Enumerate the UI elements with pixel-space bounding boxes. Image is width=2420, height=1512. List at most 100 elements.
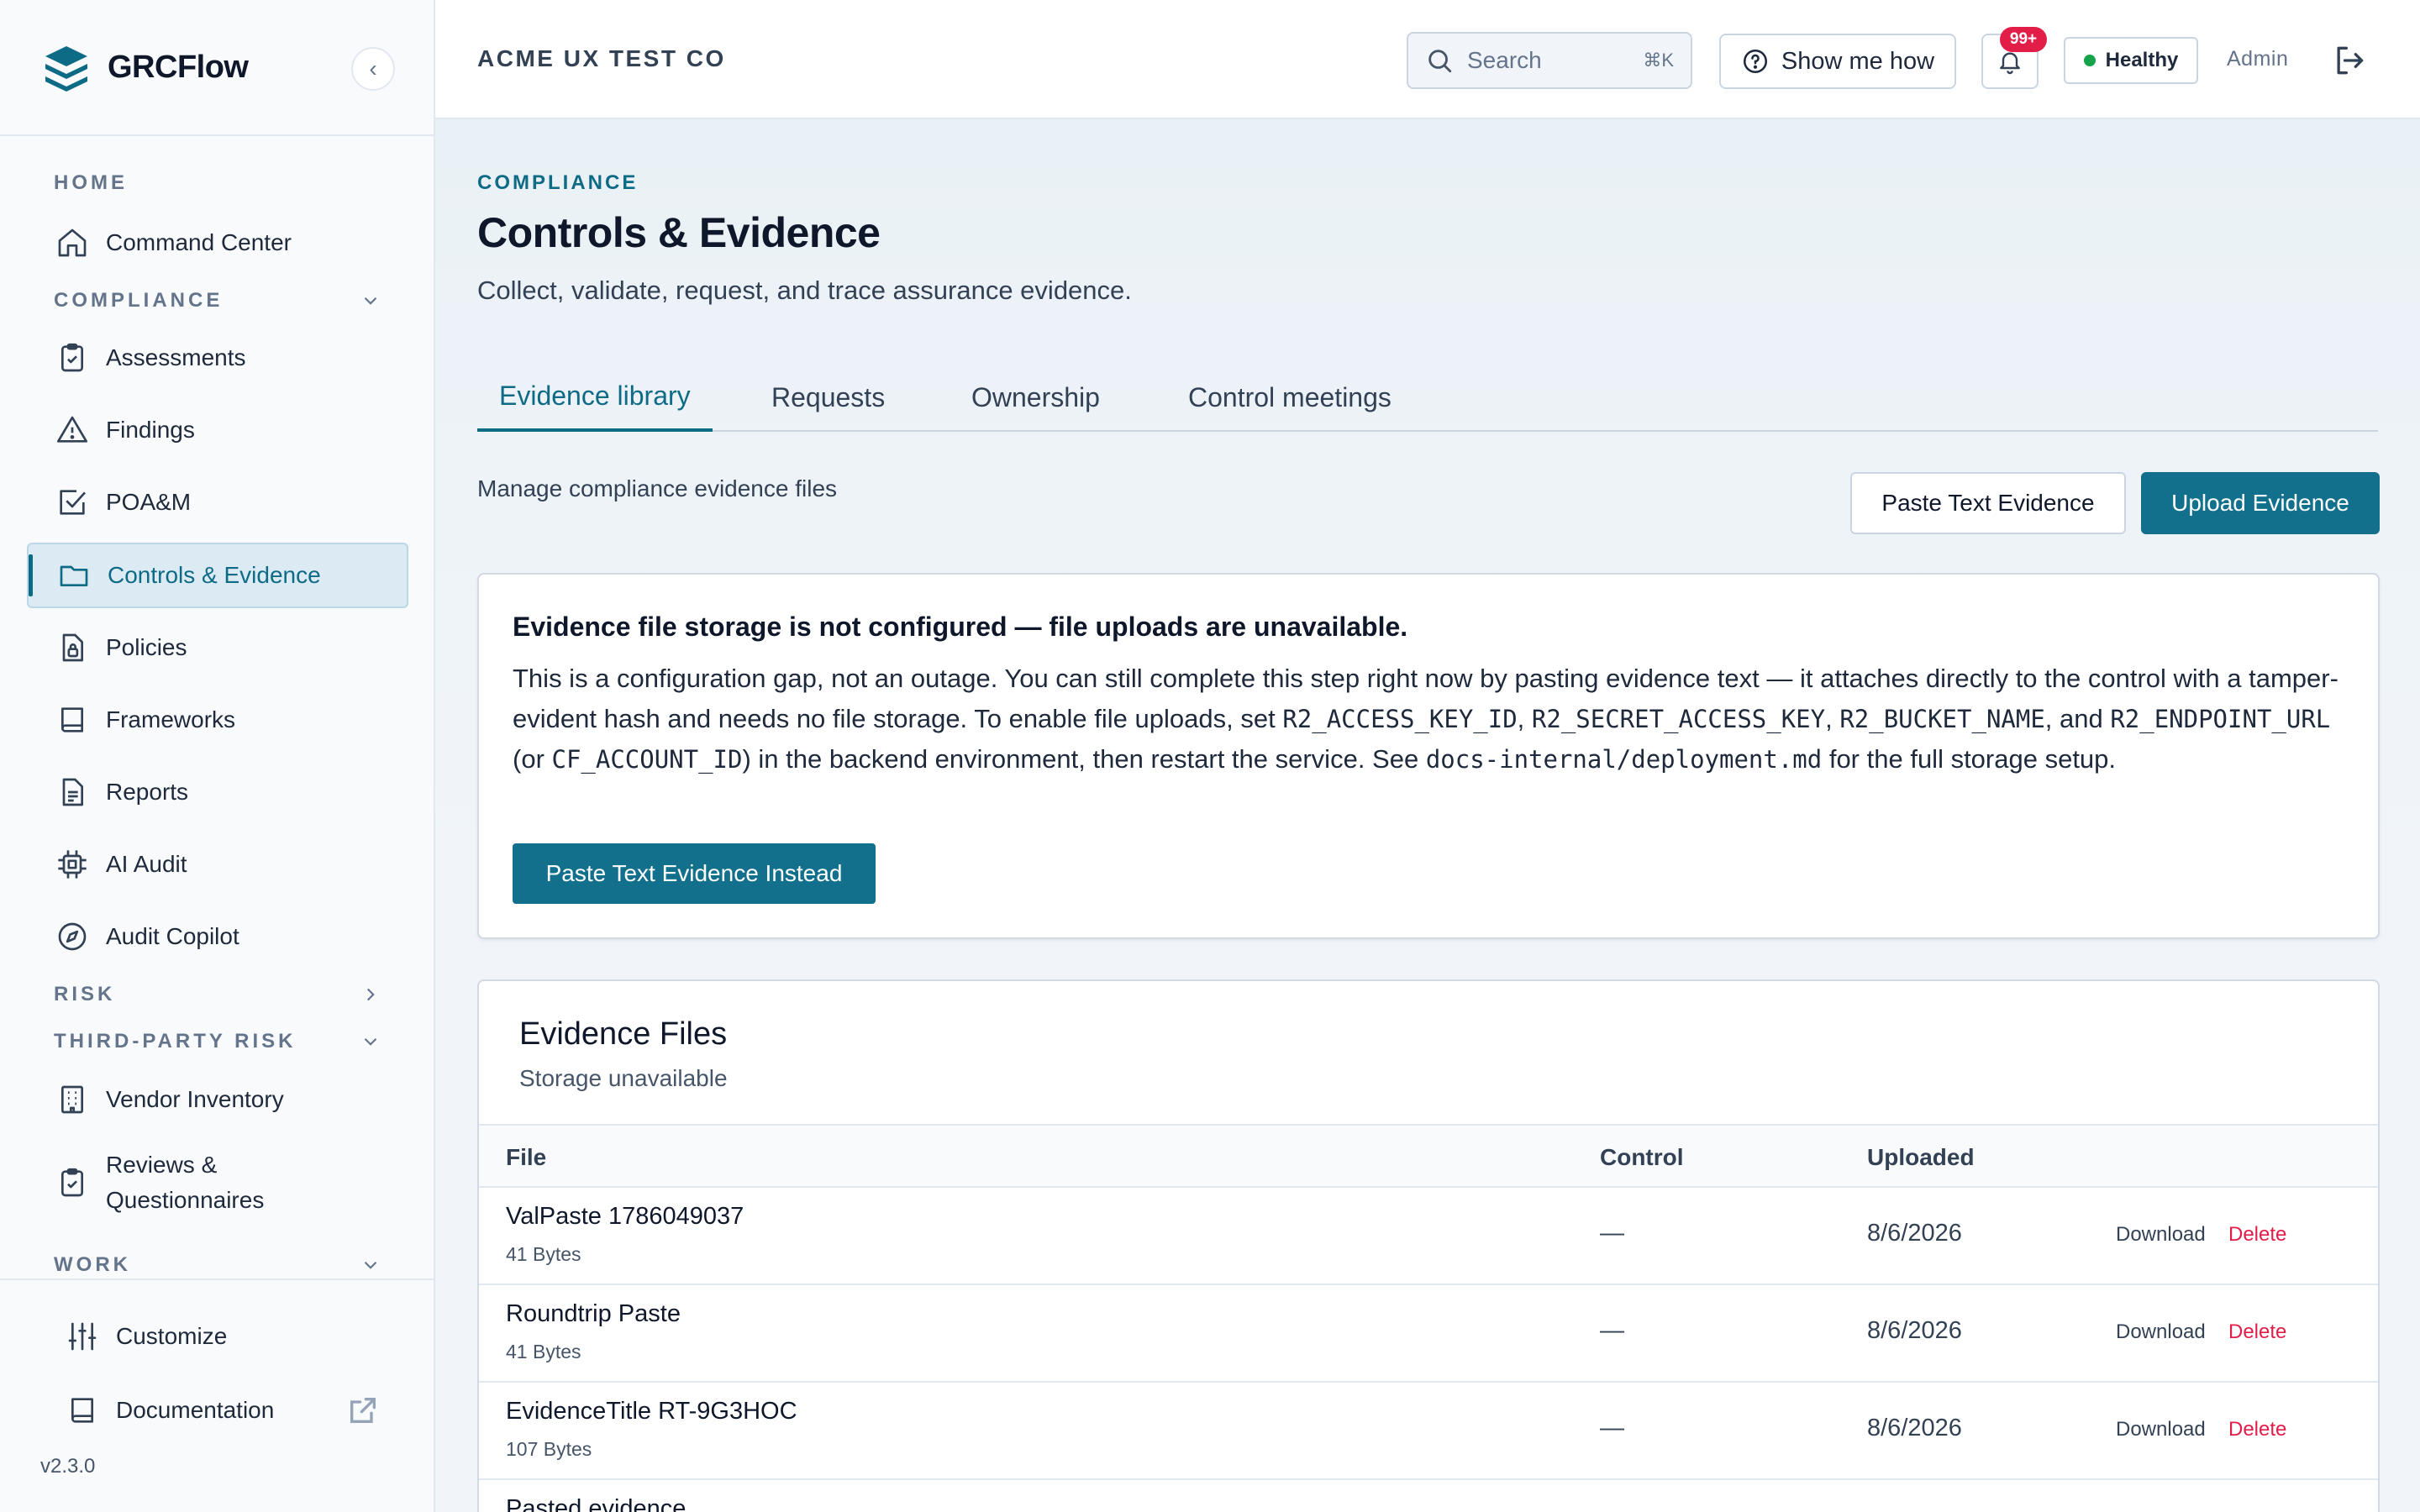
file-name: Roundtrip Paste <box>506 1300 681 1327</box>
book-icon <box>61 707 83 732</box>
sidebar-item-findings[interactable]: Findings <box>27 397 408 463</box>
book-icon <box>71 1398 93 1423</box>
app-window: GRCFlow ‹ HOME Command Center COMPLIANCE… <box>0 0 2420 1512</box>
section-compliance[interactable]: COMPLIANCE <box>54 289 381 312</box>
warning-icon <box>57 416 87 443</box>
table-row: Pasted evidence <box>479 1480 2378 1512</box>
home-icon <box>58 228 87 257</box>
section-work[interactable]: WORK <box>54 1253 381 1277</box>
sidebar-nav: HOME Command Center COMPLIANCE Assessmen… <box>0 136 434 1278</box>
compass-icon <box>58 922 87 951</box>
collapse-sidebar-button[interactable]: ‹ <box>351 47 395 91</box>
sidebar: GRCFlow ‹ HOME Command Center COMPLIANCE… <box>0 0 435 1512</box>
health-status-badge[interactable]: Healthy <box>2064 37 2198 84</box>
tab-ownership[interactable]: Ownership <box>971 363 1100 432</box>
search-placeholder: Search <box>1467 47 1542 73</box>
health-status-label: Healthy <box>2105 49 2179 71</box>
upload-evidence-button[interactable]: Upload Evidence <box>2141 472 2380 534</box>
sidebar-item-policies[interactable]: Policies <box>27 615 408 680</box>
sidebar-item-reports[interactable]: Reports <box>27 759 408 825</box>
file-control: — <box>1600 1220 1624 1247</box>
sidebar-item-ai-audit[interactable]: AI Audit <box>27 832 408 897</box>
file-uploaded-date: 8/6/2026 <box>1867 1415 1962 1441</box>
file-name: Pasted evidence <box>506 1495 687 1512</box>
file-size: 107 Bytes <box>506 1438 592 1460</box>
sidebar-item-label-line: Questionnaires <box>106 1187 265 1213</box>
sidebar-item-label: POA&M <box>106 489 192 515</box>
section-risk[interactable]: RISK <box>54 983 381 1006</box>
download-button[interactable]: Download <box>2116 1223 2206 1247</box>
cpu-icon <box>58 850 87 879</box>
sidebar-item-audit-copilot[interactable]: Audit Copilot <box>27 904 408 969</box>
external-link-icon <box>350 1398 376 1423</box>
status-dot-icon <box>2083 55 2096 66</box>
alert-title: Evidence file storage is not configured … <box>513 612 1408 642</box>
check-square-icon <box>60 490 86 515</box>
documentation-label: Documentation <box>116 1397 275 1423</box>
tab-control-meetings[interactable]: Control meetings <box>1188 363 1392 432</box>
alert-text: for the full storage setup. <box>1822 744 2117 774</box>
env-var: R2_ENDPOINT_URL <box>2110 705 2331 733</box>
tab-requests[interactable]: Requests <box>771 363 885 432</box>
building-icon <box>61 1085 83 1114</box>
download-button[interactable]: Download <box>2116 1320 2206 1344</box>
sidebar-item-assessments[interactable]: Assessments <box>27 325 408 391</box>
clipboard-check-icon <box>61 1168 83 1197</box>
folder-icon <box>60 565 88 586</box>
customize-label: Customize <box>116 1323 228 1349</box>
section-label: THIRD-PARTY RISK <box>54 1030 297 1053</box>
sidebar-item-vendor-inventory[interactable]: Vendor Inventory <box>27 1067 408 1132</box>
table-row: EvidenceTitle RT-9G3HOC 107 Bytes — 8/6/… <box>479 1383 2378 1480</box>
search-shortcut: ⌘K <box>1643 50 1674 71</box>
paste-text-evidence-button[interactable]: Paste Text Evidence <box>1850 472 2126 534</box>
tab-evidence-library[interactable]: Evidence library <box>477 363 713 432</box>
table-row: ValPaste 1786049037 41 Bytes — 8/6/2026 … <box>479 1188 2378 1285</box>
evidence-files-card: Evidence Files Storage unavailable File … <box>477 979 2380 1512</box>
show-me-how-label: Show me how <box>1781 47 1935 75</box>
column-header-file: File <box>506 1144 547 1170</box>
sidebar-item-label-line: Reviews & <box>106 1152 218 1178</box>
section-label: HOME <box>54 171 128 194</box>
user-role: Admin <box>2227 47 2289 71</box>
alert-text: , <box>1825 704 1840 733</box>
sidebar-item-frameworks[interactable]: Frameworks <box>27 687 408 753</box>
search-input[interactable]: Search ⌘K <box>1407 32 1692 89</box>
delete-button[interactable]: Delete <box>2228 1320 2286 1344</box>
sidebar-item-label: AI Audit <box>106 851 187 877</box>
show-me-how-button[interactable]: Show me how <box>1719 34 1956 89</box>
column-header-uploaded: Uploaded <box>1867 1144 1975 1170</box>
logout-icon[interactable] <box>2331 42 2368 79</box>
section-label: RISK <box>54 983 116 1005</box>
search-icon <box>1428 50 1452 73</box>
download-button[interactable]: Download <box>2116 1418 2206 1441</box>
sidebar-item-label: Frameworks <box>106 706 236 732</box>
file-control: — <box>1600 1415 1624 1441</box>
chevron-right-icon <box>366 988 375 1001</box>
card-subtitle: Storage unavailable <box>519 1065 728 1091</box>
sidebar-item-poam[interactable]: POA&M <box>27 470 408 535</box>
file-size: 41 Bytes <box>506 1243 581 1265</box>
section-home[interactable]: HOME <box>54 171 381 195</box>
section-third-party-risk[interactable]: THIRD-PARTY RISK <box>54 1030 381 1053</box>
top-bar: ACME UX TEST CO Search ⌘K Show me how 99… <box>435 0 2420 119</box>
file-lock-icon <box>62 633 83 662</box>
file-uploaded-date: 8/6/2026 <box>1867 1220 1962 1247</box>
chevron-down-icon <box>364 1037 377 1046</box>
file-uploaded-date: 8/6/2026 <box>1867 1317 1962 1344</box>
sidebar-item-controls-evidence[interactable]: Controls & Evidence <box>27 543 408 608</box>
documentation-link[interactable]: Documentation <box>39 1381 392 1440</box>
table-header: File Control Uploaded <box>479 1124 2378 1188</box>
file-control: — <box>1600 1317 1624 1344</box>
delete-button[interactable]: Delete <box>2228 1223 2286 1247</box>
clipboard-check-icon <box>61 343 83 372</box>
card-title: Evidence Files <box>519 1016 728 1052</box>
sidebar-item-command-center[interactable]: Command Center <box>27 210 408 276</box>
alert-text: , and <box>2044 704 2111 733</box>
file-size: 41 Bytes <box>506 1341 581 1362</box>
paste-text-evidence-instead-button[interactable]: Paste Text Evidence Instead <box>513 843 876 904</box>
delete-button[interactable]: Delete <box>2228 1418 2286 1441</box>
customize-button[interactable]: Customize <box>39 1307 392 1366</box>
button-label: Paste Text Evidence <box>1881 490 2095 516</box>
sidebar-item-reviews-questionnaires[interactable]: Reviews & Questionnaires <box>27 1142 408 1223</box>
env-var: R2_BUCKET_NAME <box>1839 705 2045 733</box>
